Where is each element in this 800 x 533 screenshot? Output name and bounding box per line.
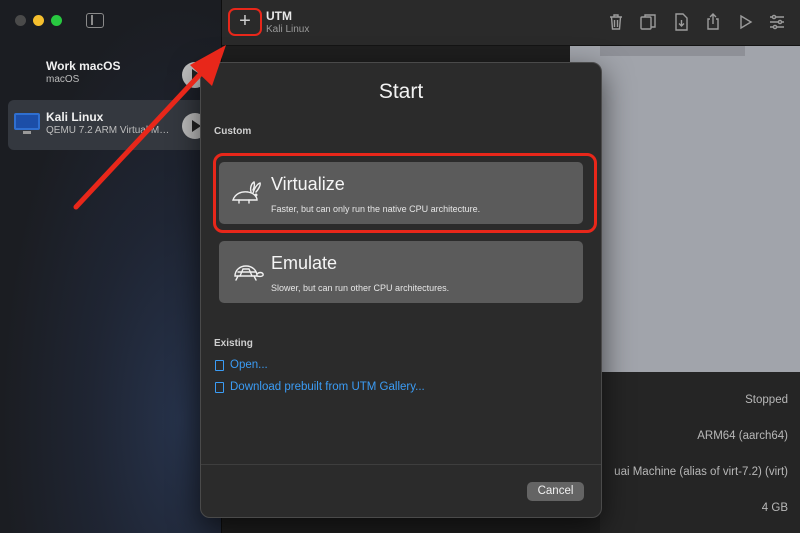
trash-icon[interactable] <box>606 12 626 32</box>
vm-subtitle: QEMU 7.2 ARM Virtual Machine <box>46 125 174 136</box>
window-subtitle: Kali Linux <box>266 24 310 35</box>
machine-value: uai Machine (alias of virt-7.2) (virt) <box>614 466 788 478</box>
dialog-title: Start <box>378 80 424 103</box>
vm-screen-preview <box>570 46 800 372</box>
document-icon <box>215 359 224 371</box>
monitor-icon <box>14 113 40 134</box>
dialog-divider <box>201 464 601 465</box>
download-gallery-label: Download prebuilt from UTM Gallery... <box>230 381 425 393</box>
cancel-button[interactable]: Cancel <box>527 482 584 501</box>
turtle-icon <box>234 265 264 281</box>
emulate-option[interactable]: Emulate Slower, but can run other CPU ar… <box>219 241 583 303</box>
settings-icon[interactable] <box>767 12 787 32</box>
open-link-label: Open... <box>230 359 268 371</box>
sidebar: Work macOS macOS Kali Linux QEMU 7.2 ARM… <box>0 0 222 533</box>
open-link[interactable]: Open... <box>215 359 268 371</box>
memory-value: 4 GB <box>761 502 788 514</box>
window-title: UTM <box>266 9 292 23</box>
add-vm-button[interactable]: + <box>228 8 262 36</box>
run-icon[interactable] <box>735 12 755 32</box>
clone-icon[interactable] <box>638 12 658 32</box>
share-icon[interactable] <box>703 12 723 32</box>
vm-list-item-work-macos[interactable]: Work macOS macOS <box>8 49 222 99</box>
main-toolbar: + UTM Kali Linux <box>222 0 800 46</box>
close-window-button[interactable] <box>15 15 26 26</box>
annotation-highlight-box <box>213 153 597 233</box>
existing-section-label: Existing <box>214 338 253 349</box>
start-dialog: Start Custom Virtualize Faster, but can … <box>200 62 602 518</box>
zoom-window-button[interactable] <box>51 15 62 26</box>
download-gallery-link[interactable]: Download prebuilt from UTM Gallery... <box>215 381 425 393</box>
download-icon[interactable] <box>671 12 691 32</box>
preview-header-strip <box>600 46 745 56</box>
vm-subtitle: macOS <box>46 74 80 85</box>
window-controls <box>15 15 62 26</box>
sidebar-toggle-icon[interactable] <box>86 13 104 28</box>
custom-section-label: Custom <box>214 126 252 137</box>
minimize-window-button[interactable] <box>33 15 44 26</box>
option-title: Emulate <box>271 253 338 273</box>
vm-details-panel: Stopped ARM64 (aarch64) uai Machine (ali… <box>600 372 800 533</box>
option-description: Slower, but can run other CPU architectu… <box>271 283 450 293</box>
document-icon <box>215 381 224 393</box>
vm-name: Work macOS <box>46 59 121 73</box>
status-value: Stopped <box>745 394 788 406</box>
vm-list-item-kali-linux[interactable]: Kali Linux QEMU 7.2 ARM Virtual Machine <box>8 100 222 150</box>
vm-name: Kali Linux <box>46 110 104 124</box>
architecture-value: ARM64 (aarch64) <box>697 430 788 442</box>
